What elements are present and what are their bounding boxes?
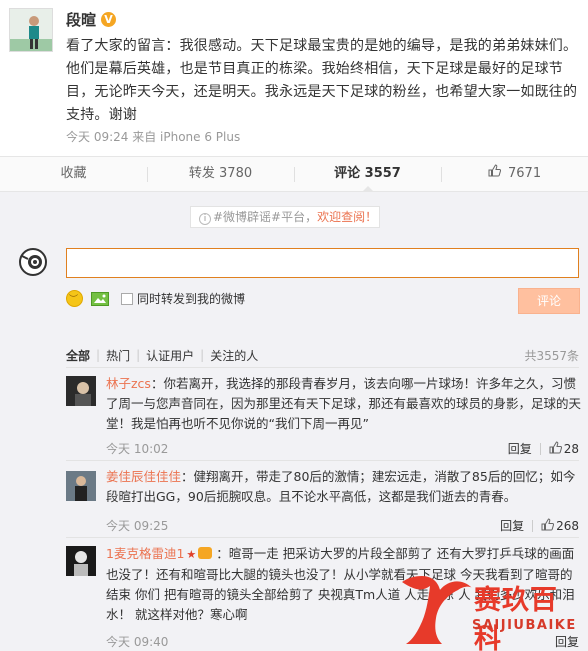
action-divider — [532, 519, 534, 532]
comment-actions: 回复 28 — [508, 440, 579, 457]
emoji-icon[interactable] — [66, 290, 83, 307]
filter-verified[interactable]: 认证用户 — [146, 347, 194, 364]
weibo-post: 段暄 V 看了大家的留言：我很感动。天下足球最宝贵的是她的编导，是我的弟弟妹妹们… — [0, 0, 588, 152]
like-button[interactable]: 7671 — [441, 157, 588, 191]
thumbs-up-icon — [488, 157, 501, 191]
filter-divider: | — [96, 348, 101, 362]
comment-total: 共3557条 — [524, 348, 579, 363]
repost-checkbox[interactable] — [121, 292, 133, 305]
author-name[interactable]: 段暄 V — [66, 9, 117, 30]
favorite-label: 收藏 — [60, 166, 87, 181]
commenter-avatar[interactable] — [66, 471, 96, 501]
commenter-name[interactable]: 姜佳辰佳佳佳 — [106, 469, 181, 484]
author-avatar[interactable] — [9, 8, 53, 52]
author-name-text[interactable]: 段暄 — [66, 9, 96, 30]
filter-hot[interactable]: 热门 — [106, 347, 130, 364]
action-divider — [539, 442, 541, 455]
info-icon: i — [199, 213, 211, 225]
rumor-notice[interactable]: i #微博辟谣#平台，欢迎查阅！ — [190, 206, 380, 228]
thumbs-up-icon[interactable] — [549, 440, 562, 457]
post-action-bar: 收藏 转发 3780 评论 3557 7671 — [0, 156, 588, 192]
post-meta: 今天 09:24 来自 iPhone 6 Plus — [66, 130, 241, 144]
notice-prefix: #微博辟谣#平台， — [213, 210, 318, 224]
watermark-subtitle: SAIJIUBAIKE — [472, 618, 577, 633]
comment-like-count: 28 — [563, 441, 579, 456]
favorite-button[interactable]: 收藏 — [0, 157, 147, 191]
my-avatar[interactable] — [18, 247, 48, 277]
comment-item: 姜佳辰佳佳佳：健翔离开，带走了80后的激情；建宏远走，消散了85后的回忆；如今段… — [66, 460, 579, 537]
verified-badge-icon: V — [101, 12, 117, 27]
filter-divider: | — [200, 348, 205, 362]
comment-tools: 同时转发到我的微博 — [66, 290, 245, 307]
filter-all[interactable]: 全部 — [66, 347, 90, 364]
watermark: 赛玖百科 SAIJIUBAIKE — [396, 572, 584, 651]
comment-time: 今天 09:25 — [106, 519, 169, 533]
whale-tail-logo — [402, 576, 472, 644]
comment-body: 姜佳辰佳佳佳：健翔离开，带走了80后的激情；建宏远走，消散了85后的回忆；如今段… — [106, 467, 582, 507]
reply-button[interactable]: 回复 — [500, 517, 524, 534]
filter-divider: | — [136, 348, 141, 362]
comment-text: ：你若离开，我选择的那段青春岁月，该去向哪一片球场！许多年之久，习惯了周一与您声… — [106, 376, 582, 431]
commenter-name[interactable]: 林子zcs — [106, 376, 151, 391]
image-icon[interactable] — [91, 291, 109, 306]
commenter-name[interactable]: 1麦克格雷迪1 — [106, 546, 184, 561]
comment-like-count: 268 — [556, 518, 579, 533]
filter-following[interactable]: 关注的人 — [210, 347, 258, 364]
comment-item: 林子zcs：你若离开，我选择的那段青春岁月，该去向哪一片球场！许多年之久，习惯了… — [66, 367, 582, 460]
repost-label: 转发 3780 — [188, 166, 253, 181]
submit-comment-button[interactable]: 评论 — [518, 288, 580, 314]
thumbs-up-icon[interactable] — [541, 517, 555, 534]
commenter-avatar[interactable] — [66, 546, 96, 576]
comment-time: 今天 10:02 — [106, 442, 169, 456]
repost-button[interactable]: 转发 3780 — [147, 157, 294, 191]
member-badge-icon — [198, 547, 213, 559]
commenter-avatar[interactable] — [66, 376, 96, 406]
comment-actions: 回复 268 — [500, 517, 579, 534]
notice-link[interactable]: 欢迎查阅！ — [317, 210, 377, 224]
comment-input[interactable] — [66, 248, 579, 278]
comment-label: 评论 3557 — [334, 166, 401, 181]
comment-filter-bar: 全部 | 热门 | 认证用户 | 关注的人 共3557条 — [66, 345, 579, 365]
repost-option-label[interactable]: 同时转发到我的微博 — [137, 290, 245, 307]
comment-time: 今天 09:40 — [106, 635, 169, 649]
star-badge-icon: ★ — [186, 548, 197, 561]
post-text: 看了大家的留言：我很感动。天下足球最宝贵的是她的编导，是我的弟弟妹妹们。他们是幕… — [66, 38, 578, 123]
watermark-title: 赛玖百科 — [474, 585, 558, 651]
comment-button[interactable]: 评论 3557 — [294, 157, 441, 192]
comment-body: 林子zcs：你若离开，我选择的那段青春岁月，该去向哪一片球场！许多年之久，习惯了… — [106, 374, 582, 434]
reply-button[interactable]: 回复 — [508, 440, 532, 457]
like-count: 7671 — [508, 166, 542, 181]
